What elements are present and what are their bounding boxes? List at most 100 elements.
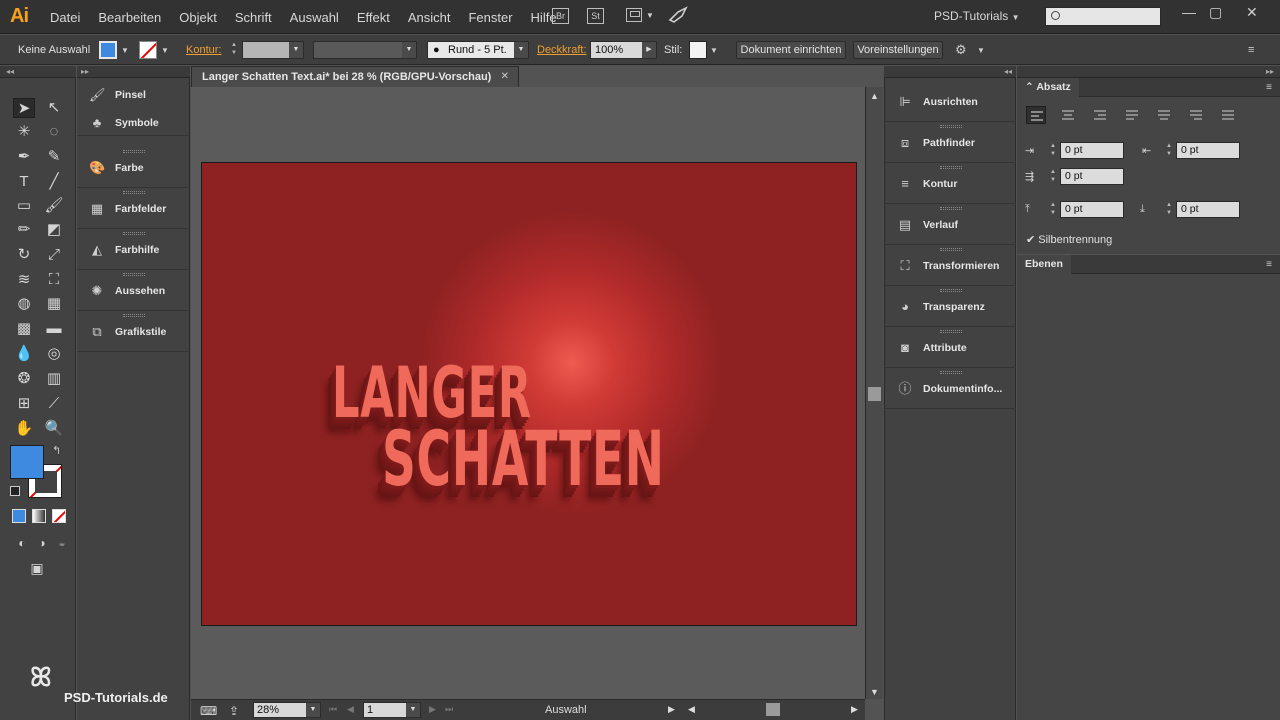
menu-effekt[interactable]: Effekt	[357, 10, 390, 25]
style-swatch[interactable]	[689, 41, 707, 59]
shape-builder-tool-icon[interactable]: ◍	[13, 294, 35, 314]
artboard-tool-icon[interactable]: ⊞	[13, 394, 35, 414]
first-line-indent-input[interactable]: 0 pt	[1060, 168, 1124, 185]
preferences-button[interactable]: Voreinstellungen	[853, 41, 943, 59]
free-transform-tool-icon[interactable]: ⛶	[43, 270, 65, 290]
menu-auswahl[interactable]: Auswahl	[290, 10, 339, 25]
panel-kontur[interactable]: Kontur	[923, 178, 957, 190]
next-artboard-icon[interactable]: ▶	[429, 704, 436, 715]
deckkraft-label[interactable]: Deckkraft:	[537, 44, 587, 56]
opacity-input[interactable]: 100%	[590, 41, 643, 59]
fill-color-front[interactable]	[10, 445, 44, 479]
chevron-down-icon[interactable]: ▼	[977, 46, 985, 55]
stroke-icon[interactable]: ≡	[897, 177, 913, 191]
draw-inside-icon[interactable]: ◒	[51, 533, 73, 553]
share-icon[interactable]: ⇪	[229, 704, 239, 718]
right-dock-collapse-bar[interactable]: ◂◂	[884, 66, 1016, 78]
gpu-icon[interactable]: ⌨	[200, 704, 217, 718]
variable-width-dropdown[interactable]: ▼	[313, 41, 417, 59]
attributes-icon[interactable]: ◙	[897, 341, 913, 355]
justify-right-button[interactable]	[1186, 106, 1206, 124]
panel-aussehen[interactable]: Aussehen	[115, 285, 165, 297]
scroll-up-icon[interactable]: ▲	[870, 91, 879, 101]
scroll-right-icon[interactable]: ▶	[851, 704, 858, 715]
status-mode[interactable]: Auswahl	[545, 704, 587, 716]
justify-all-button[interactable]	[1218, 106, 1238, 124]
palette-icon[interactable]: 🎨	[89, 161, 105, 175]
swatches-icon[interactable]: ▦	[89, 202, 105, 216]
magic-wand-tool-icon[interactable]: ✳	[13, 122, 35, 142]
menu-datei[interactable]: Datei	[50, 10, 80, 25]
first-artboard-icon[interactable]: ⏮	[329, 704, 337, 715]
close-icon[interactable]: ✕	[501, 71, 509, 82]
stroke-weight-dropdown[interactable]: ▼	[242, 41, 304, 59]
space-before-input[interactable]: 0 pt	[1060, 201, 1124, 218]
document-info-icon[interactable]: ⓘ	[897, 382, 913, 396]
column-graph-tool-icon[interactable]: ▥	[43, 369, 65, 389]
brush-icon[interactable]: 🖌	[89, 88, 106, 102]
panel-farbfelder[interactable]: Farbfelder	[115, 203, 166, 215]
vertical-scrollbar[interactable]: ▲ ▼	[865, 87, 883, 699]
draw-behind-icon[interactable]: ◑	[31, 533, 53, 553]
mesh-tool-icon[interactable]: ▩	[13, 319, 35, 339]
panel-farbhilfe[interactable]: Farbhilfe	[115, 244, 159, 256]
chevron-down-icon[interactable]: ▼	[646, 11, 654, 20]
panel-attribute[interactable]: Attribute	[923, 342, 967, 354]
artboard-number-dropdown[interactable]: 1 ▼	[363, 702, 421, 718]
chevron-down-icon[interactable]: ▼	[121, 46, 129, 55]
menu-fenster[interactable]: Fenster	[468, 10, 512, 25]
eyedropper-tool-icon[interactable]: 💧	[13, 344, 35, 364]
perspective-grid-tool-icon[interactable]: ▦	[43, 294, 65, 314]
space-after-stepper[interactable]: ▲ ▼	[1164, 201, 1174, 218]
gradient-tool-icon[interactable]: ▬	[43, 319, 65, 339]
none-mode-icon[interactable]	[52, 509, 66, 523]
gradient-mode-icon[interactable]	[32, 509, 46, 523]
draw-normal-icon[interactable]: ◐	[11, 533, 33, 553]
scroll-left-icon[interactable]: ◀	[688, 704, 695, 715]
vertical-scroll-thumb[interactable]	[868, 387, 881, 401]
menu-bearbeiten[interactable]: Bearbeiten	[98, 10, 161, 25]
control-bar-menu-icon[interactable]: ≡	[1248, 44, 1254, 56]
hyphenation-checkbox[interactable]: ✔ Silbentrennung	[1026, 233, 1112, 246]
lasso-tool-icon[interactable]: ◌	[43, 122, 65, 142]
width-tool-icon[interactable]: ≋	[13, 270, 35, 290]
panel-farbe[interactable]: Farbe	[115, 162, 144, 174]
panel-menu-icon[interactable]: ≡	[1266, 259, 1272, 270]
artboard[interactable]: LANGER SCHATTEN	[201, 162, 857, 626]
justify-left-button[interactable]	[1122, 106, 1142, 124]
panel-ausrichten[interactable]: Ausrichten	[923, 96, 978, 108]
justify-center-button[interactable]	[1154, 106, 1174, 124]
pathfinder-icon[interactable]: ⧈	[897, 136, 913, 150]
rotate-tool-icon[interactable]: ↻	[13, 245, 35, 265]
appearance-icon[interactable]: ✺	[89, 284, 105, 298]
type-tool-icon[interactable]: T	[13, 172, 35, 192]
rectangle-tool-icon[interactable]: ▭	[13, 196, 35, 216]
color-mode-icon[interactable]	[12, 509, 26, 523]
panel-dokumentinfo[interactable]: Dokumentinfo...	[923, 383, 1002, 395]
maximize-icon[interactable]: ▢	[1209, 4, 1222, 21]
gradient-icon[interactable]: ▤	[897, 218, 913, 232]
curvature-tool-icon[interactable]: ✎	[43, 147, 65, 167]
gpu-performance-icon[interactable]	[668, 6, 688, 24]
default-colors-icon[interactable]	[10, 486, 20, 496]
help-search-input[interactable]	[1045, 7, 1161, 26]
kontur-label[interactable]: Kontur:	[186, 44, 221, 56]
scroll-down-icon[interactable]: ▼	[870, 687, 879, 697]
line-tool-icon[interactable]: ╱	[43, 172, 65, 192]
space-after-input[interactable]: 0 pt	[1176, 201, 1240, 218]
pencil-tool-icon[interactable]: ✏	[13, 220, 35, 240]
panel-grafikstile[interactable]: Grafikstile	[115, 326, 166, 338]
left-indent-input[interactable]: 0 pt	[1060, 142, 1124, 159]
close-icon[interactable]: ✕	[1246, 4, 1258, 21]
pen-tool-icon[interactable]: ✒	[13, 147, 35, 167]
workspace-switcher[interactable]: PSD-Tutorials ▼	[934, 9, 1020, 23]
panel-transparenz[interactable]: Transparenz	[923, 301, 985, 313]
tab-ebenen[interactable]: Ebenen	[1017, 255, 1071, 274]
graphic-styles-icon[interactable]: ⧉	[89, 325, 105, 339]
align-left-button[interactable]	[1026, 106, 1046, 124]
document-setup-button[interactable]: Dokument einrichten	[736, 41, 846, 59]
status-menu-icon[interactable]: ▶	[668, 704, 675, 715]
fill-swatch[interactable]	[99, 41, 117, 59]
transparency-icon[interactable]: ◕	[897, 300, 913, 314]
paintbrush-tool-icon[interactable]: 🖌	[43, 196, 65, 216]
